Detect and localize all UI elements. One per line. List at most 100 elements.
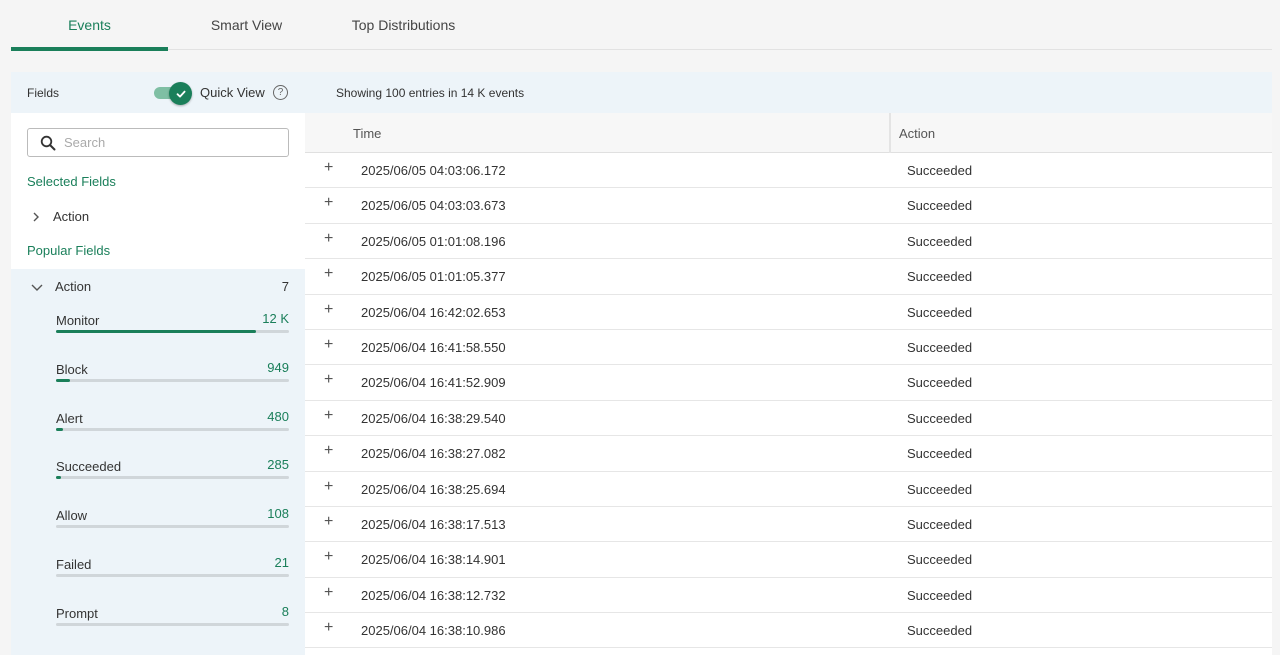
table-row[interactable]: +2025/06/05 04:03:03.673 Succeeded [305,188,1272,224]
row-action: Succeeded [907,481,973,497]
quick-view-label: Quick View [200,85,265,100]
fields-panel: Fields Quick View ? Selected Fields Acti… [11,72,305,655]
expand-icon[interactable]: + [324,230,333,247]
search-box [27,128,289,157]
field-value-bar [56,427,289,431]
field-value-name: Alert [56,410,83,426]
tab-top-distributions[interactable]: Top Distributions [325,0,482,50]
field-value-bar [56,622,289,626]
row-time: 2025/06/04 16:38:17.513 [361,516,506,532]
selected-field-item[interactable]: Action [31,209,89,224]
column-header-action[interactable]: Action [899,126,935,141]
row-time: 2025/06/04 16:38:27.082 [361,446,506,462]
search-input[interactable] [64,135,264,150]
table-row[interactable]: +2025/06/04 16:41:58.550 Succeeded [305,330,1272,366]
field-value-bar [56,330,289,333]
help-icon[interactable]: ? [273,85,288,100]
fields-label: Fields [27,85,60,100]
field-value-name: Failed [56,557,92,572]
field-value-item[interactable]: Succeeded 285 [56,457,289,489]
field-value-item[interactable]: Prompt 8 [56,604,289,636]
fields-panel-header: Fields Quick View ? [11,72,305,113]
field-value-item[interactable]: Block 949 [56,360,289,392]
field-value-item[interactable]: Failed 21 [56,555,289,587]
field-value-bar [56,574,289,577]
field-value-bar [56,525,289,529]
field-value-item[interactable]: Monitor 12 K [56,311,289,343]
table-row[interactable]: +2025/06/04 16:38:12.732 Succeeded [305,578,1272,614]
quick-view-toggle[interactable] [154,82,194,105]
row-time: 2025/06/05 01:01:05.377 [361,269,506,285]
tab-label: Events [68,17,111,33]
toggle-knob [169,82,192,105]
field-value-count: 108 [267,506,289,522]
tab-events[interactable]: Events [11,0,168,51]
expand-icon[interactable]: + [324,372,333,388]
row-action: Succeeded [907,233,973,249]
column-divider[interactable] [889,113,891,153]
expand-icon[interactable]: + [324,301,333,318]
row-action: Succeeded [907,446,973,462]
field-value-item[interactable]: Allow 108 [56,506,289,538]
search-icon [40,135,56,150]
table-row[interactable]: +2025/06/04 16:38:25.694 Succeeded [305,472,1272,507]
row-time: 2025/06/04 16:41:58.550 [361,339,506,355]
expand-icon[interactable]: + [324,478,333,495]
table-row[interactable]: +2025/06/04 16:38:27.082 Succeeded [305,436,1272,472]
expand-icon[interactable]: + [324,513,333,530]
tab-bar: Events Smart View Top Distributions [11,0,1272,51]
expand-icon[interactable]: + [324,620,333,636]
row-action: Succeeded [907,623,973,639]
field-value-item[interactable]: Alert 480 [56,408,289,441]
popular-field-box: Action 7 Monitor 12 K Block 949 Alert 480 Succ… [11,269,305,655]
expand-icon[interactable]: + [324,160,333,176]
table-row[interactable]: +2025/06/04 16:38:14.901 Succeeded [305,542,1272,578]
field-value-count: 480 [267,408,289,424]
row-time: 2025/06/05 04:03:03.673 [361,198,506,214]
chevron-down-icon [31,284,43,291]
row-action: Succeeded [907,516,973,532]
popular-field-header[interactable]: Action 7 [31,279,289,294]
row-time: 2025/06/05 01:01:08.196 [361,233,506,249]
table-row[interactable]: +2025/06/05 01:01:08.196 Succeeded [305,224,1272,260]
expand-icon[interactable]: + [324,549,333,565]
row-time: 2025/06/04 16:38:14.901 [361,552,506,568]
column-header-time[interactable]: Time [353,126,381,141]
row-time: 2025/06/04 16:38:29.540 [361,410,506,426]
row-action: Succeeded [907,587,973,603]
table-row[interactable]: +2025/06/04 16:38:10.986 Succeeded [305,613,1272,649]
selected-fields-title: Selected Fields [27,174,116,189]
table-row[interactable]: +2025/06/04 16:42:02.653 Succeeded [305,295,1272,330]
field-value-bar [56,476,289,480]
field-value-bar [56,378,289,382]
expand-icon[interactable]: + [324,443,333,459]
popular-fields-title: Popular Fields [27,243,111,258]
table-row[interactable]: +2025/06/05 04:03:06.172 Succeeded [305,153,1272,189]
field-value-bar-fill [56,476,61,480]
selected-field-label: Action [53,209,90,224]
field-value-bar-fill [56,378,70,382]
help-glyph: ? [277,87,284,98]
expand-icon[interactable]: + [324,584,333,601]
tab-smart-view[interactable]: Smart View [168,0,325,50]
table-row[interactable]: +2025/06/05 01:01:05.377 Succeeded [305,259,1272,295]
row-action: Succeeded [907,552,973,568]
popular-field-name: Action [55,279,92,294]
expand-icon[interactable]: + [324,195,333,211]
expand-icon[interactable]: + [324,336,333,353]
expand-icon[interactable]: + [324,407,333,424]
events-panel: Showing 100 entries in 14 K events Time … [305,72,1272,655]
row-action: Succeeded [907,375,973,391]
table-row[interactable]: +2025/06/04 16:38:17.513 Succeeded [305,507,1272,543]
row-action: Succeeded [907,163,973,178]
field-value-name: Monitor [56,313,100,328]
row-action: Succeeded [907,198,973,214]
table-row[interactable]: +2025/06/04 16:38:29.540 Succeeded [305,401,1272,437]
row-action: Succeeded [907,339,973,355]
row-time: 2025/06/04 16:38:10.986 [361,623,506,639]
row-time: 2025/06/05 04:03:06.172 [361,163,506,178]
events-summary: Showing 100 entries in 14 K events [305,72,1272,113]
expand-icon[interactable]: + [324,266,333,282]
row-action: Succeeded [907,410,973,426]
table-row[interactable]: +2025/06/04 16:41:52.909 Succeeded [305,365,1272,401]
